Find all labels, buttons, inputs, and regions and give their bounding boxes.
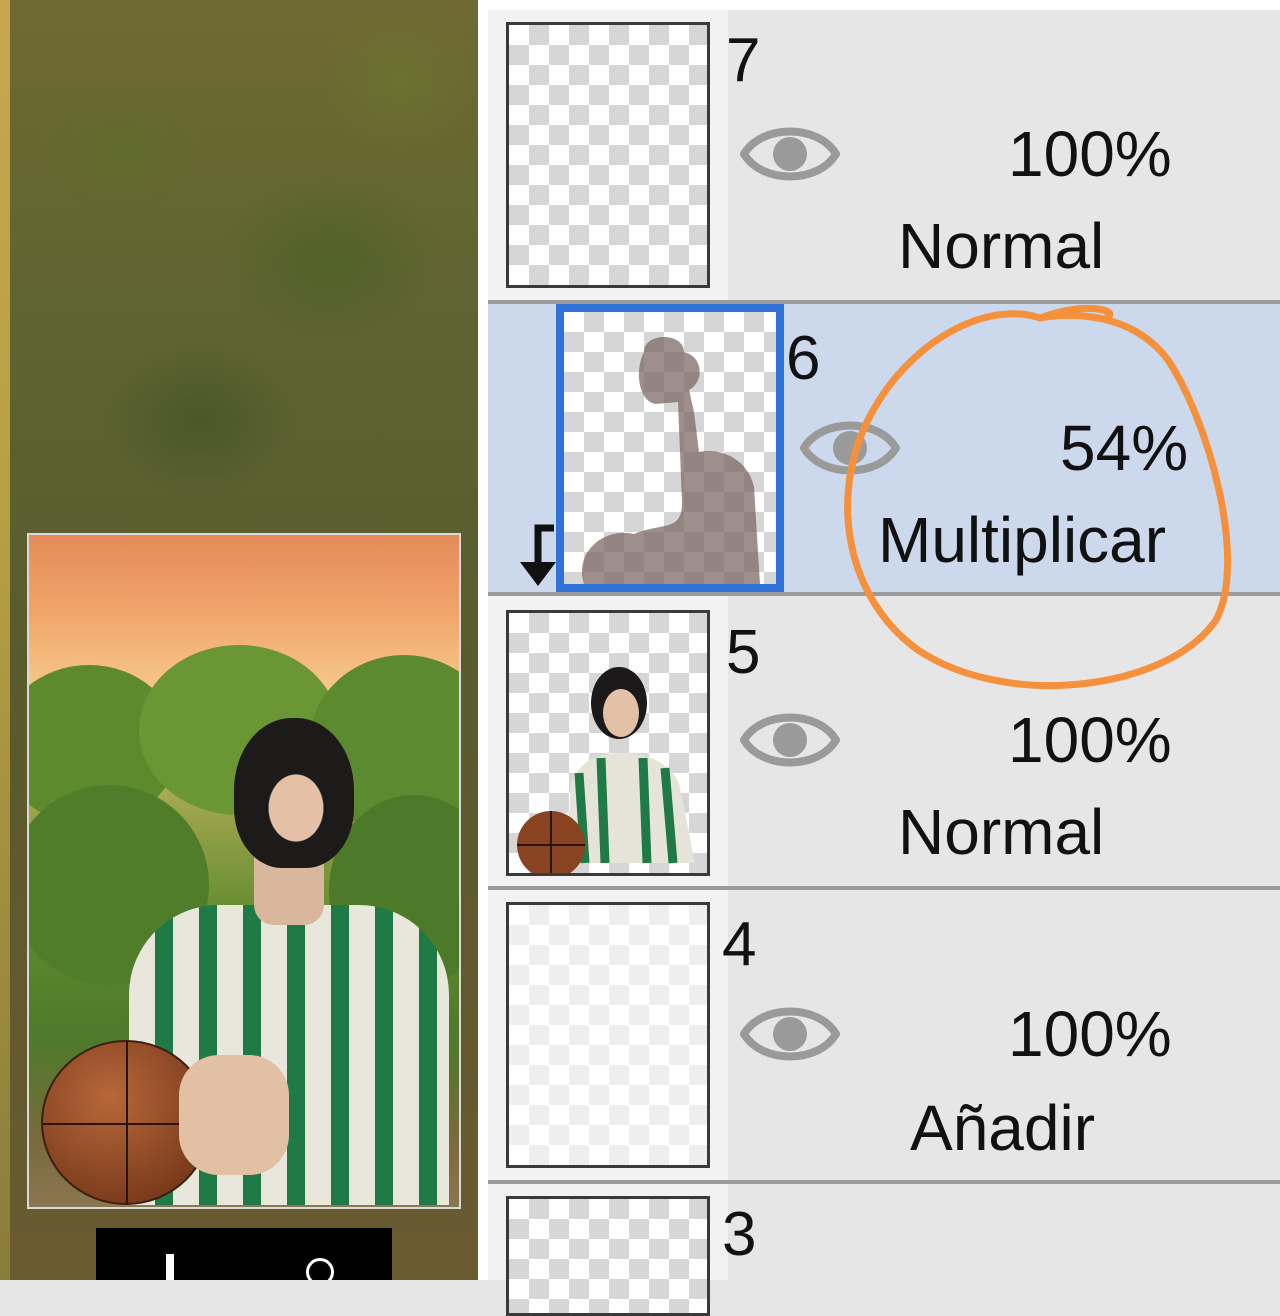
- layer-number: 6: [786, 324, 821, 393]
- layer-blend-mode[interactable]: Multiplicar: [878, 508, 1166, 572]
- layer-row-3[interactable]: 3: [488, 1184, 1280, 1316]
- layer-blend-mode[interactable]: Normal: [898, 214, 1104, 278]
- layer-number: 5: [726, 618, 761, 687]
- layer-opacity[interactable]: 100%: [1008, 1002, 1172, 1066]
- canvas-area[interactable]: [0, 0, 478, 1280]
- clipping-arrow-icon: [520, 524, 556, 586]
- layer-blend-mode[interactable]: Normal: [898, 800, 1104, 864]
- layer-row-5[interactable]: 5 100% Normal: [488, 596, 1280, 890]
- layer-number: 4: [722, 910, 757, 979]
- layer-thumbnail[interactable]: [506, 902, 710, 1168]
- layer-row-4[interactable]: 4 100% Añadir: [488, 890, 1280, 1184]
- layer-blend-mode[interactable]: Añadir: [910, 1096, 1095, 1160]
- layer-opacity[interactable]: 100%: [1008, 708, 1172, 772]
- layer-row-7[interactable]: 7 100% Normal: [488, 10, 1280, 304]
- layer-panel: 7 100% Normal 6 54% Multiplicar 5 100% N…: [488, 0, 1280, 1316]
- layer-number: 7: [726, 26, 761, 95]
- panel-divider: [478, 0, 488, 1280]
- canvas-preview: [27, 533, 461, 1209]
- layer-thumbnail[interactable]: [506, 1196, 710, 1316]
- person-hands: [179, 1055, 289, 1175]
- eye-icon[interactable]: [740, 118, 840, 190]
- eye-icon[interactable]: [800, 412, 900, 484]
- panel-top-rule: [488, 0, 1280, 10]
- canvas-edge: [0, 0, 10, 1280]
- layer-thumbnail[interactable]: [506, 610, 710, 876]
- person-head: [234, 718, 354, 868]
- person-thumbnail: [517, 667, 695, 873]
- preview-toolbar: [96, 1228, 392, 1280]
- multiply-mask-shape: [582, 337, 760, 584]
- layer-thumbnail[interactable]: [506, 22, 710, 288]
- layer-number: 3: [722, 1200, 757, 1269]
- layer-row-6[interactable]: 6 54% Multiplicar: [488, 304, 1280, 596]
- eye-icon[interactable]: [740, 998, 840, 1070]
- layer-thumbnail[interactable]: [556, 304, 784, 592]
- layer-opacity[interactable]: 54%: [1060, 416, 1188, 480]
- layer-opacity[interactable]: 100%: [1008, 122, 1172, 186]
- eye-icon[interactable]: [740, 704, 840, 776]
